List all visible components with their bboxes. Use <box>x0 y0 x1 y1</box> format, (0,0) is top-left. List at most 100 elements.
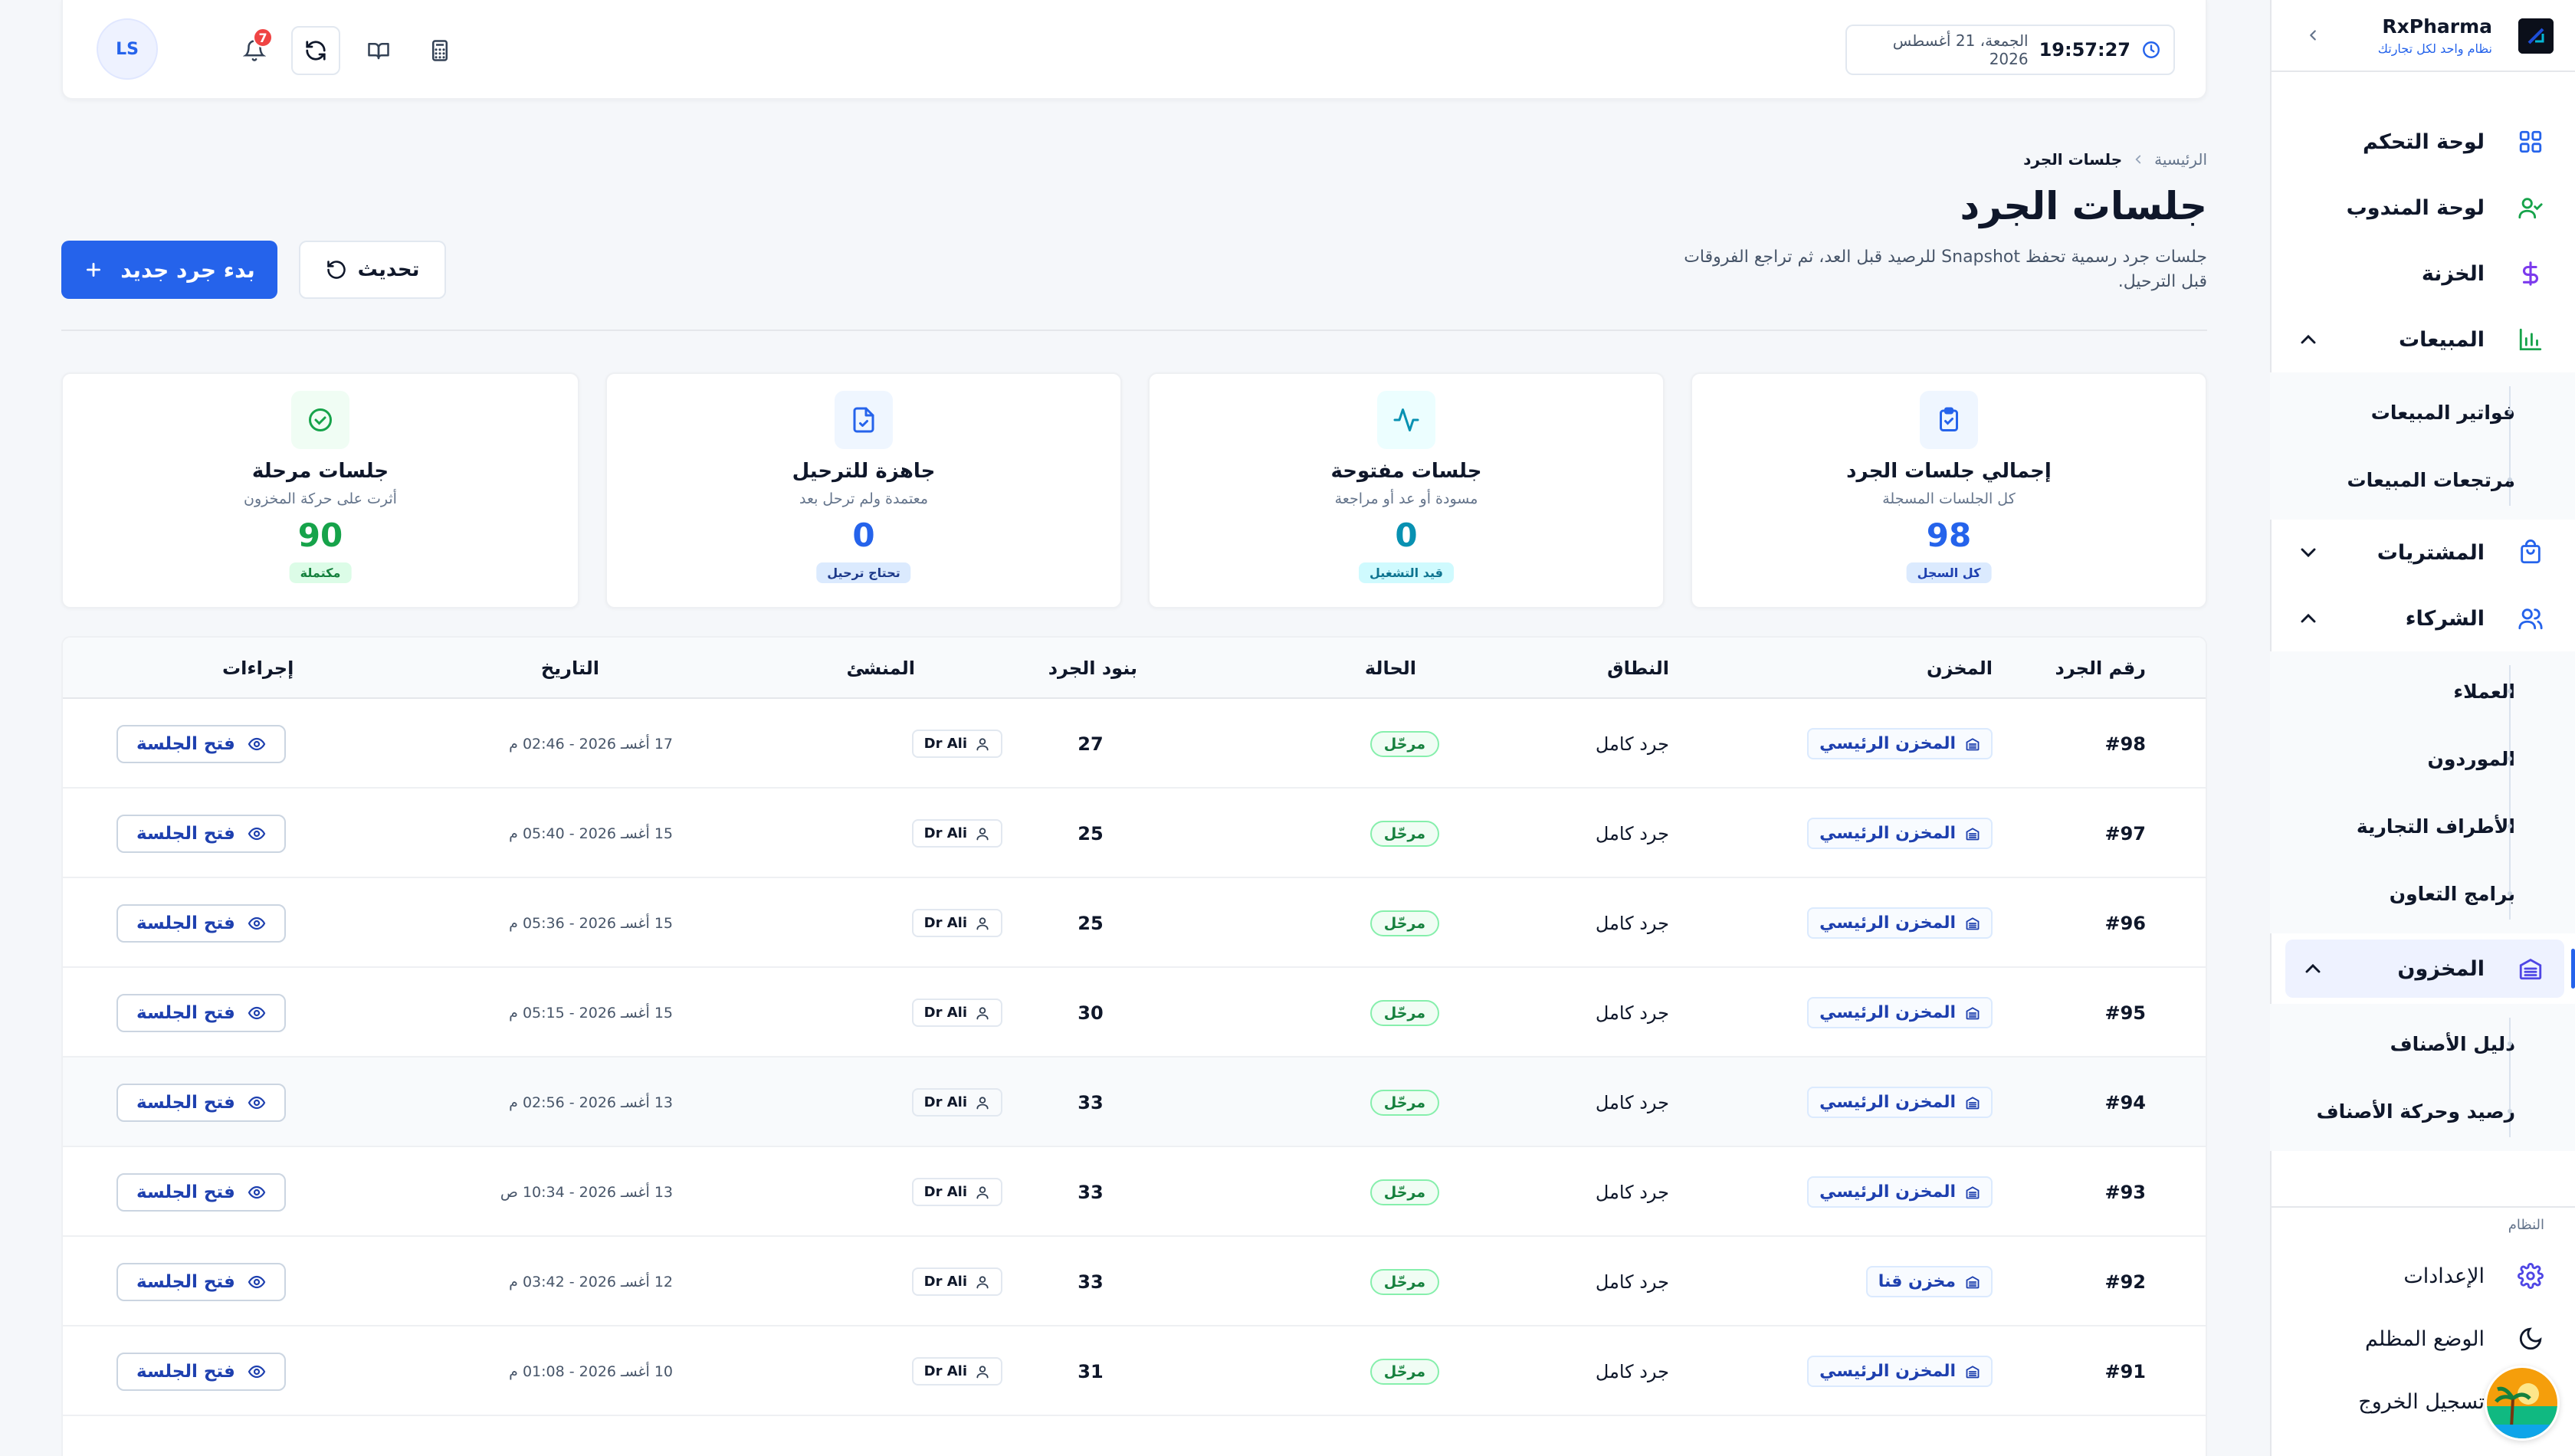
sidebar-item-partners[interactable]: الشركاء <box>2270 585 2575 651</box>
eye-icon <box>248 1004 266 1022</box>
open-session-button[interactable]: فتح الجلسة <box>116 724 286 763</box>
table-row[interactable]: #91 المخزن الرئيسي جرد كامل مرحّل 31 Dr Ali 10… <box>63 1326 2206 1416</box>
creator-badge: Dr Ali <box>911 1178 1002 1206</box>
sidebar-item-treasury[interactable]: الخزنة <box>2270 241 2575 307</box>
sales-submenu: فواتير المبيعات مرتجعات المبيعات <box>2270 372 2575 520</box>
store-cell: المخزن الرئيسي <box>1807 878 1993 968</box>
sidebar-subitem-label: الموردون <box>2427 747 2516 770</box>
chevron-up-icon[interactable] <box>2296 327 2321 352</box>
col-number[interactable]: رقم الجرد <box>2055 638 2147 699</box>
table-row[interactable]: #93 المخزن الرئيسي جرد كامل مرحّل 33 Dr Ali 13… <box>63 1147 2206 1237</box>
sidebar-subitem-sales-invoices[interactable]: فواتير المبيعات <box>2270 379 2575 446</box>
col-items[interactable]: بنود الجرد <box>1048 638 1137 699</box>
col-scope[interactable]: النطاق <box>1607 638 1669 699</box>
table-row[interactable]: #98 المخزن الرئيسي جرد كامل مرحّل 27 Dr Ali 17… <box>63 699 2206 789</box>
count-number: #92 <box>2104 1271 2146 1293</box>
sidebar-item-label: الوضع المظلم <box>2365 1326 2485 1351</box>
status-cell: مرحّل <box>1370 1237 1439 1326</box>
sidebar-subitem-stock-movement[interactable]: رصيد وحركة الأصناف <box>2270 1077 2575 1145</box>
start-new-count-button[interactable]: بدء جرد جديد <box>61 241 277 299</box>
sidebar-item-purchases[interactable]: المشتريات <box>2270 520 2575 585</box>
items-count: 33 <box>1078 1091 1104 1113</box>
table-row[interactable]: #92 مخزن قنا جرد كامل مرحّل 33 Dr Ali 12 أغسـ … <box>63 1237 2206 1326</box>
col-creator[interactable]: المنشئ <box>846 638 915 699</box>
sidebar-subitem-suppliers[interactable]: الموردون <box>2270 725 2575 792</box>
stat-subtitle: كل الجلسات المسجلة <box>1882 490 2016 507</box>
calculator-button[interactable] <box>415 26 464 75</box>
col-store[interactable]: المخزن <box>1927 638 1993 699</box>
store-badge[interactable]: المخزن الرئيسي <box>1807 907 1993 939</box>
guide-button[interactable] <box>354 26 403 75</box>
scope-cell: جرد كامل <box>1595 822 1669 844</box>
table-header: رقم الجرد المخزن النطاق الحالة بنود الجر… <box>63 638 2206 699</box>
open-session-button[interactable]: فتح الجلسة <box>116 1083 286 1122</box>
user-avatar[interactable]: LS <box>97 18 158 80</box>
chevron-down-icon[interactable] <box>2296 540 2321 565</box>
store-badge[interactable]: المخزن الرئيسي <box>1807 997 1993 1028</box>
store-badge[interactable]: المخزن الرئيسي <box>1807 1356 1993 1387</box>
table-row[interactable]: #97 المخزن الرئيسي جرد كامل مرحّل 25 Dr Ali 15… <box>63 789 2206 878</box>
stat-title: جلسات مرحلة <box>251 460 389 483</box>
sidebar-item-dark-mode[interactable]: الوضع المظلم <box>2270 1307 2575 1370</box>
status-badge: مرحّل <box>1370 820 1439 847</box>
eye-icon <box>248 1183 266 1202</box>
sidebar-subitem-items-catalog[interactable]: دليل الأصناف <box>2270 1010 2575 1077</box>
sidebar-collapse-button[interactable] <box>2299 21 2327 49</box>
stat-subtitle: معتمدة ولم ترحل بعد <box>799 490 929 507</box>
notifications-button[interactable]: 7 <box>230 26 279 75</box>
chevron-up-icon[interactable] <box>2301 956 2325 981</box>
sidebar-item-label: المخزون <box>2397 956 2485 981</box>
floating-avatar[interactable] <box>2485 1366 2560 1441</box>
store-badge[interactable]: المخزن الرئيسي <box>1807 728 1993 759</box>
refresh-button[interactable]: تحديث <box>299 241 446 299</box>
store-badge[interactable]: المخزن الرئيسي <box>1807 1087 1993 1118</box>
sidebar-subitem-coop-programs[interactable]: برامج التعاون <box>2270 860 2575 927</box>
table-row[interactable]: #95 المخزن الرئيسي جرد كامل مرحّل 30 Dr Ali 15… <box>63 968 2206 1058</box>
open-session-button[interactable]: فتح الجلسة <box>116 1262 286 1301</box>
warehouse-icon <box>1965 1005 1980 1021</box>
creator-name: Dr Ali <box>923 915 967 931</box>
top-bar: 19:57:27 الجمعة، 21 أغسطس 2026 7 LS <box>61 0 2207 100</box>
sidebar-item-label: المشتريات <box>2377 540 2485 565</box>
store-name: المخزن الرئيسي <box>1819 1362 1956 1381</box>
table-row[interactable]: #96 المخزن الرئيسي جرد كامل مرحّل 25 Dr Ali 15… <box>63 878 2206 968</box>
open-session-button[interactable]: فتح الجلسة <box>116 993 286 1032</box>
col-date[interactable]: التاريخ <box>541 638 599 699</box>
sidebar-item-settings[interactable]: الإعدادات <box>2270 1244 2575 1307</box>
open-session-button[interactable]: فتح الجلسة <box>116 903 286 943</box>
creator-cell: Dr Ali <box>911 789 1002 878</box>
sidebar-subitem-trade-parties[interactable]: الأطراف التجارية <box>2270 792 2575 860</box>
open-session-button[interactable]: فتح الجلسة <box>116 814 286 853</box>
open-session-button[interactable]: فتح الجلسة <box>116 1172 286 1212</box>
items-count: 30 <box>1078 1002 1104 1024</box>
refresh-app-button[interactable] <box>291 26 340 75</box>
creator-badge: Dr Ali <box>911 909 1002 937</box>
sidebar-item-sales[interactable]: المبيعات <box>2270 307 2575 372</box>
breadcrumb-home[interactable]: الرئيسية <box>2154 150 2207 169</box>
sidebar-subitem-sales-returns[interactable]: مرتجعات المبيعات <box>2270 446 2575 513</box>
breadcrumb-current: جلسات الجرد <box>2023 150 2123 169</box>
creator-cell: Dr Ali <box>911 1058 1002 1147</box>
chevron-up-icon[interactable] <box>2296 606 2321 631</box>
bar-chart-icon <box>2515 324 2546 355</box>
sidebar-item-inventory[interactable]: المخزون <box>2285 940 2575 998</box>
status-badge: مرحّل <box>1370 730 1439 757</box>
sidebar-item-dashboard[interactable]: لوحة التحكم <box>2270 109 2575 175</box>
sidebar-subitem-customers[interactable]: العملاء <box>2270 657 2575 725</box>
store-badge[interactable]: المخزن الرئيسي <box>1807 1176 1993 1208</box>
store-badge[interactable]: المخزن الرئيسي <box>1807 818 1993 849</box>
scope-cell: جرد كامل <box>1595 1091 1669 1113</box>
breadcrumb: الرئيسية جلسات الجرد <box>2023 150 2207 169</box>
open-session-label: فتح الجلسة <box>136 1092 235 1113</box>
sidebar-item-rep-dashboard[interactable]: لوحة المندوب <box>2270 175 2575 241</box>
warehouse-icon <box>1965 736 1980 752</box>
store-name: المخزن الرئيسي <box>1819 1182 1956 1202</box>
open-session-button[interactable]: فتح الجلسة <box>116 1352 286 1391</box>
stat-subtitle: أثرت على حركة المخزون <box>244 490 397 507</box>
col-status[interactable]: الحالة <box>1365 638 1416 699</box>
date-cell: 13 أغسـ 2026 - 02:56 م <box>509 1094 673 1111</box>
count-number: #95 <box>2104 1002 2146 1024</box>
store-cell: المخزن الرئيسي <box>1807 789 1993 878</box>
store-badge[interactable]: مخزن قنا <box>1865 1266 1993 1297</box>
table-row[interactable]: #94 المخزن الرئيسي جرد كامل مرحّل 33 Dr Ali 13… <box>63 1058 2206 1147</box>
